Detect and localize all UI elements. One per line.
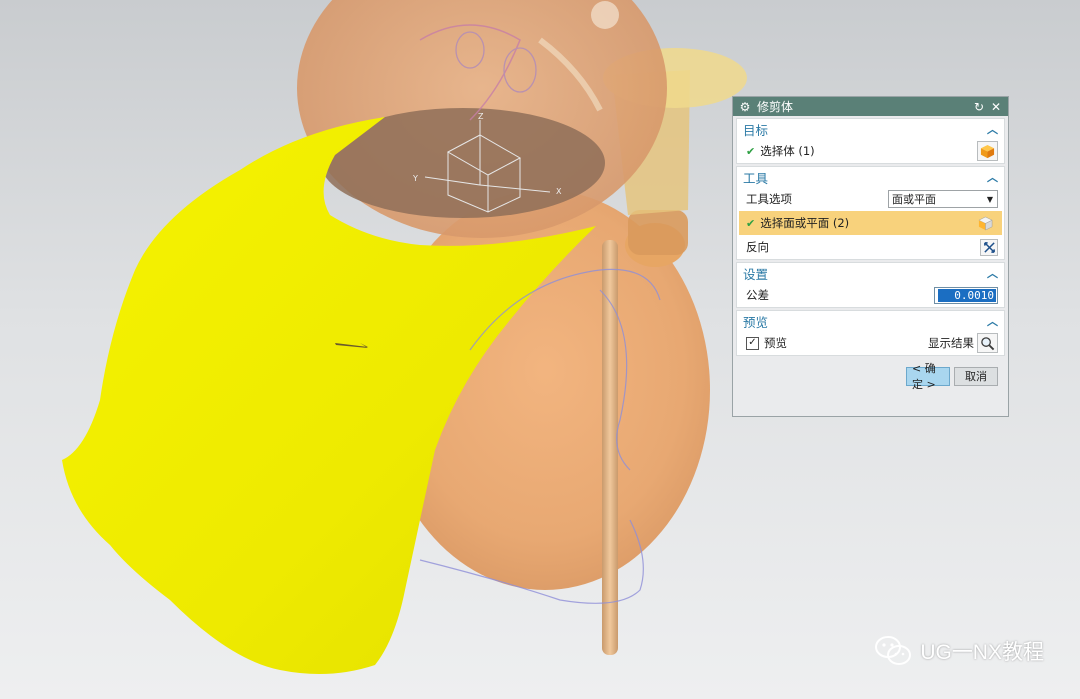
reverse-row: 反向 <box>737 235 1004 259</box>
select-face-cube-button[interactable] <box>975 213 996 233</box>
show-result-label: 显示结果 <box>928 336 974 350</box>
cube-icon <box>980 144 995 158</box>
section-target-header[interactable]: 目标 ︿ <box>737 119 1004 139</box>
preview-checkbox-label: 预览 <box>764 336 787 350</box>
select-body-row[interactable]: ✔ 选择体 (1) <box>737 139 1004 163</box>
reverse-direction-icon <box>983 241 995 253</box>
tolerance-input[interactable]: 0.0010 <box>934 286 998 304</box>
tool-option-row: 工具选项 面或平面 ▼ <box>737 187 1004 211</box>
dialog-titlebar[interactable]: ⚙ 修剪体 ↻ ✕ <box>733 97 1008 116</box>
tool-option-label: 工具选项 <box>746 192 792 206</box>
chevron-up-icon[interactable]: ︿ <box>987 265 998 281</box>
face-cube-icon <box>978 216 993 230</box>
axis-x-label: X <box>556 187 562 196</box>
section-settings-header[interactable]: 设置 ︿ <box>737 263 1004 283</box>
select-body-label: 选择体 (1) <box>760 144 815 158</box>
section-tool: 工具 ︿ 工具选项 面或平面 ▼ ✔ 选择面或平面 (2) 反向 <box>736 166 1005 260</box>
chevron-up-icon[interactable]: ︿ <box>987 169 998 185</box>
tool-option-value: 面或平面 <box>892 193 936 206</box>
section-preview-label: 预览 <box>743 314 769 330</box>
section-settings: 设置 ︿ 公差 0.0010 <box>736 262 1005 308</box>
check-icon: ✔ <box>746 144 756 158</box>
reverse-label: 反向 <box>746 240 769 254</box>
watermark: UG一NX教程 <box>874 635 1044 667</box>
reverse-direction-button[interactable] <box>980 238 998 256</box>
axis-z-label: Z <box>478 112 484 121</box>
magnifier-icon <box>981 336 995 350</box>
reset-icon[interactable]: ↻ <box>972 100 986 114</box>
cancel-button[interactable]: 取消 <box>954 366 998 386</box>
select-face-label: 选择面或平面 (2) <box>760 216 850 230</box>
section-settings-label: 设置 <box>743 266 769 282</box>
dialog-footer: < 确定 > 取消 <box>733 356 1008 396</box>
section-tool-label: 工具 <box>743 170 769 186</box>
section-target-label: 目标 <box>743 122 769 138</box>
section-target: 目标 ︿ ✔ 选择体 (1) <box>736 118 1005 164</box>
tolerance-row: 公差 0.0010 <box>737 283 1004 307</box>
select-face-row[interactable]: ✔ 选择面或平面 (2) <box>739 211 1002 235</box>
watermark-text: UG一NX教程 <box>920 641 1044 664</box>
section-preview: 预览 ︿ ✓ 预览 显示结果 <box>736 310 1005 356</box>
tolerance-value: 0.0010 <box>938 288 996 302</box>
trim-body-dialog: ⚙ 修剪体 ↻ ✕ 目标 ︿ ✔ 选择体 (1) 工具 ︿ 工具选项 面或平面 … <box>732 96 1009 417</box>
wechat-icon <box>875 636 912 665</box>
select-body-cube-button[interactable] <box>977 141 998 161</box>
close-icon[interactable]: ✕ <box>989 100 1003 114</box>
ok-button[interactable]: < 确定 > <box>906 362 950 391</box>
gear-icon: ⚙ <box>739 99 751 114</box>
show-result-button[interactable] <box>977 333 998 353</box>
axis-y-label: Y <box>412 174 418 183</box>
section-preview-header[interactable]: 预览 ︿ <box>737 311 1004 331</box>
tool-option-select[interactable]: 面或平面 ▼ <box>888 190 998 208</box>
dialog-title: 修剪体 <box>757 100 794 114</box>
chevron-up-icon[interactable]: ︿ <box>987 313 998 329</box>
preview-row: ✓ 预览 显示结果 <box>737 331 1004 355</box>
dropdown-arrow-icon: ▼ <box>986 194 994 204</box>
tolerance-label: 公差 <box>746 288 769 302</box>
preview-checkbox[interactable]: ✓ <box>746 336 759 350</box>
section-tool-header[interactable]: 工具 ︿ <box>737 167 1004 187</box>
chevron-up-icon[interactable]: ︿ <box>987 121 998 137</box>
check-icon: ✔ <box>746 216 756 230</box>
